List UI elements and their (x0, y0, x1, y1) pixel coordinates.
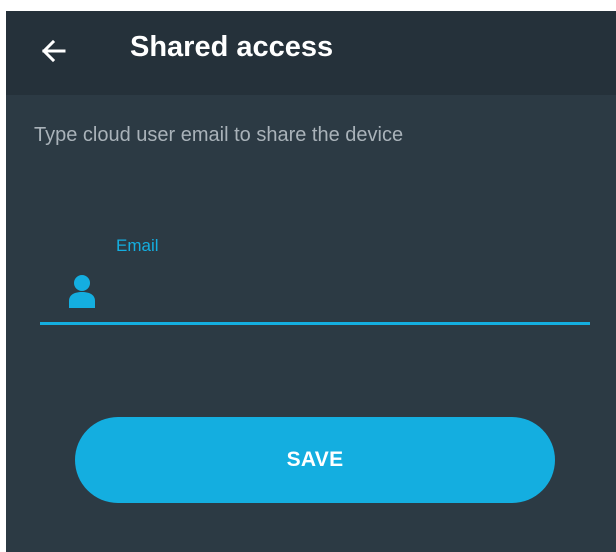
email-input[interactable] (116, 273, 576, 313)
instruction-text: Type cloud user email to share the devic… (34, 124, 404, 146)
email-field-underline (40, 322, 590, 325)
app-bar: Shared access (6, 11, 616, 95)
arrow-left-icon (41, 39, 66, 63)
save-button[interactable]: SAVE (75, 417, 555, 503)
user-icon (69, 275, 95, 308)
email-field-label: Email (116, 236, 159, 255)
screen: Shared access Type cloud user email to s… (6, 11, 616, 552)
back-button[interactable] (28, 25, 80, 77)
email-field: Email (40, 231, 590, 327)
page-title: Shared access (130, 31, 334, 63)
